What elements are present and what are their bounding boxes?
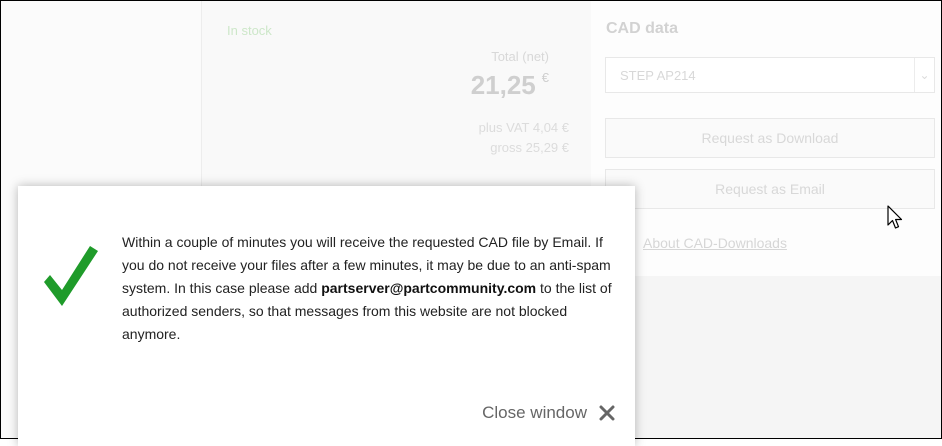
stock-status: In stock	[227, 23, 272, 38]
support-email: partserver@partcommunity.com	[321, 280, 537, 296]
cad-data-title: CAD data	[606, 20, 679, 37]
cad-format-select[interactable]: STEP AP214 ⌄	[605, 57, 935, 93]
close-window-label: Close window	[482, 403, 587, 422]
dialog-message: Within a couple of minutes you will rece…	[122, 231, 612, 346]
total-net-label: Total (net)	[491, 49, 549, 64]
close-window-button[interactable]: Close window	[482, 403, 615, 423]
chevron-down-icon: ⌄	[914, 58, 934, 92]
mouse-pointer-icon	[887, 205, 903, 229]
vat-line: plus VAT 4,04 €	[478, 120, 569, 135]
tax-info: plus VAT 4,04 € gross 25,29 €	[479, 118, 569, 158]
checkmark-icon	[44, 246, 98, 306]
content-area	[591, 276, 941, 438]
confirmation-dialog: Within a couple of minutes you will rece…	[18, 186, 635, 446]
request-download-button[interactable]: Request as Download	[605, 118, 935, 158]
total-price-value: 21,25	[470, 70, 536, 100]
currency-symbol: €	[541, 70, 549, 85]
close-icon	[599, 405, 615, 421]
about-cad-downloads-link[interactable]: About CAD-Downloads	[643, 235, 787, 251]
request-email-button[interactable]: Request as Email	[605, 169, 935, 209]
gross-line: gross 25,29 €	[490, 140, 569, 155]
total-price: 21,25 €	[471, 70, 549, 101]
cad-format-value: STEP AP214	[620, 68, 696, 83]
